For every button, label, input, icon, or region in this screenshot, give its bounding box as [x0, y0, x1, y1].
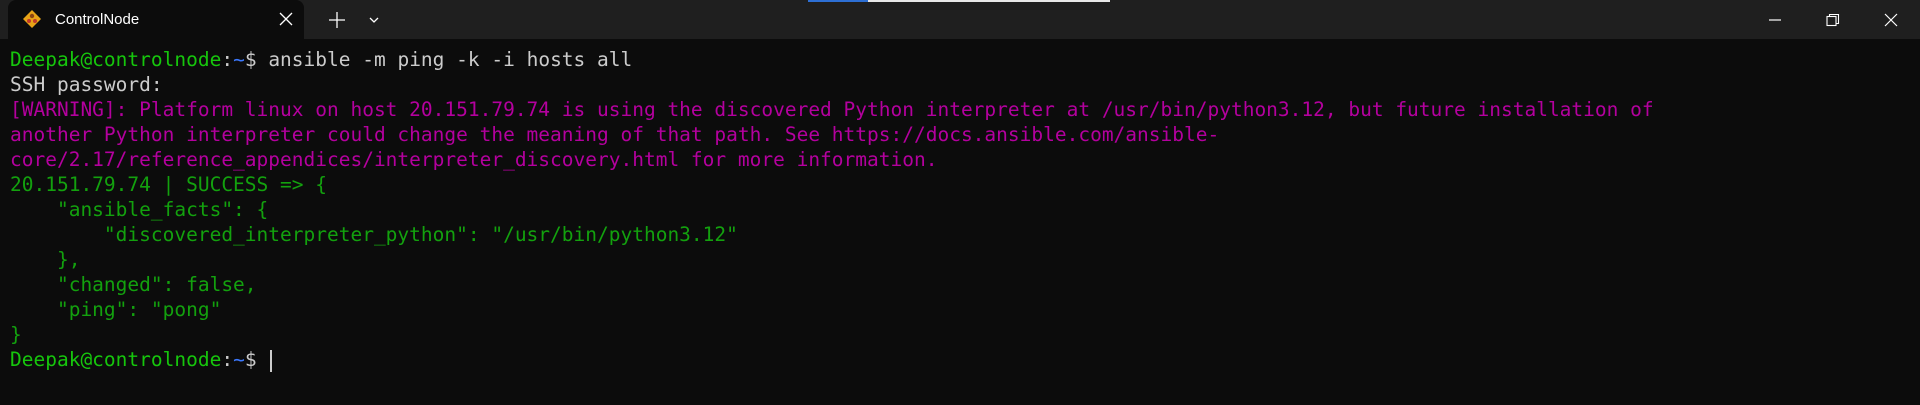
close-icon[interactable]: [276, 9, 296, 29]
prompt-path: ~: [233, 348, 245, 371]
tab-title: ControlNode: [55, 11, 140, 28]
ubuntu-penguin-icon: [22, 9, 42, 29]
ssh-password-prompt: SSH password:: [10, 73, 163, 96]
result-line: "ping": "pong": [10, 298, 222, 321]
plus-icon[interactable]: [326, 9, 348, 31]
prompt-user: Deepak@controlnode: [10, 48, 222, 71]
chevron-down-icon[interactable]: [364, 10, 384, 30]
result-line: "discovered_interpreter_python": "/usr/b…: [10, 223, 738, 246]
prompt-separator: :: [221, 48, 234, 71]
minimize-icon[interactable]: [1746, 0, 1804, 39]
result-line: },: [10, 248, 81, 271]
warning-line: another Python interpreter could change …: [10, 123, 1220, 146]
prompt-path: ~: [233, 48, 245, 71]
command-line: Deepak@controlnode:~$ ansible -m ping -k…: [0, 47, 1920, 72]
warning-line: core/2.17/reference_appendices/interpret…: [10, 148, 938, 171]
tab-controlnode[interactable]: ControlNode: [8, 0, 304, 39]
text-cursor: [270, 349, 273, 372]
restore-icon[interactable]: [1804, 0, 1862, 39]
prompt-symbol: $: [244, 348, 269, 371]
result-line: "changed": false,: [10, 273, 257, 296]
prompt-symbol: $: [244, 48, 269, 71]
title-bar: ControlNode: [0, 0, 1920, 39]
active-prompt-line[interactable]: Deepak@controlnode:~$: [0, 347, 1920, 372]
prompt-user: Deepak@controlnode: [10, 348, 222, 371]
result-line: "ansible_facts": {: [10, 198, 269, 221]
prompt-separator: :: [221, 348, 234, 371]
close-icon[interactable]: [1862, 0, 1920, 39]
result-line: }: [10, 323, 22, 346]
result-line: 20.151.79.74 | SUCCESS => {: [10, 173, 327, 196]
command-text: ansible -m ping -k -i hosts all: [268, 48, 633, 71]
terminal-output[interactable]: Deepak@controlnode:~$ ansible -m ping -k…: [0, 39, 1920, 405]
drag-region-indicator: [808, 0, 1110, 2]
warning-line: [WARNING]: Platform linux on host 20.151…: [10, 98, 1654, 121]
